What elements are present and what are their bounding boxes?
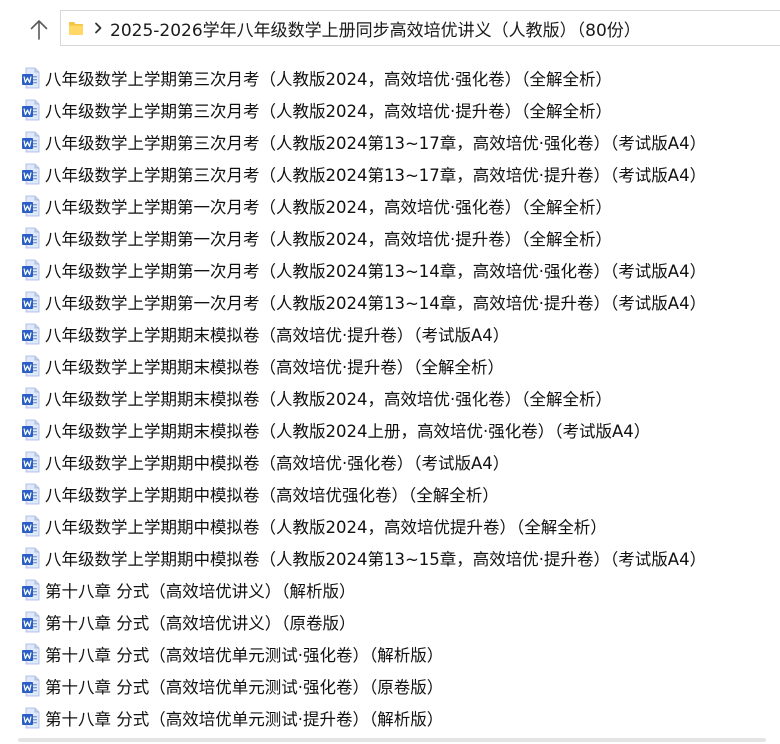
word-document-icon	[21, 547, 40, 569]
file-name: 八年级数学上学期第三次月考（人教版2024，高效培优·强化卷）（全解全析）	[45, 70, 612, 89]
file-name: 八年级数学上学期第一次月考（人教版2024第13~14章，高效培优·提升卷）（考…	[45, 294, 707, 313]
word-document-icon	[21, 259, 40, 281]
file-item[interactable]: 第十八章 分式（高效培优单元测试·强化卷）（原卷版）	[0, 670, 780, 702]
file-name: 第十八章 分式（高效培优单元测试·提升卷）（解析版）	[45, 710, 444, 729]
file-item[interactable]: 八年级数学上学期第三次月考（人教版2024第13~17章，高效培优·提升卷）（考…	[0, 158, 780, 190]
word-document-icon	[21, 291, 40, 313]
address-bar[interactable]: 2025-2026学年八年级数学上册同步高效培优讲义（人教版）（80份）	[60, 10, 780, 46]
file-name: 八年级数学上学期第一次月考（人教版2024，高效培优·强化卷）（全解全析）	[45, 198, 612, 217]
file-name: 第十八章 分式（高效培优单元测试·强化卷）（解析版）	[45, 646, 444, 665]
file-name: 八年级数学上学期期末模拟卷（人教版2024上册，高效培优·强化卷）（考试版A4）	[45, 422, 651, 441]
file-item[interactable]: 八年级数学上学期期中模拟卷（人教版2024，高效培优提升卷）（全解全析）	[0, 510, 780, 542]
file-item[interactable]: 八年级数学上学期期末模拟卷（高效培优·提升卷）（考试版A4）	[0, 318, 780, 350]
file-name: 八年级数学上学期期中模拟卷（人教版2024第13~15章，高效培优·提升卷）（考…	[45, 550, 707, 569]
navigation-bar: 2025-2026学年八年级数学上册同步高效培优讲义（人教版）（80份）	[0, 0, 780, 54]
file-name: 八年级数学上学期第一次月考（人教版2024第13~14章，高效培优·强化卷）（考…	[45, 262, 707, 281]
file-item[interactable]: 八年级数学上学期第三次月考（人教版2024，高效培优·提升卷）（全解全析）	[0, 94, 780, 126]
up-button[interactable]	[22, 12, 56, 46]
word-document-icon	[21, 675, 40, 697]
file-item[interactable]: 八年级数学上学期第一次月考（人教版2024第13~14章，高效培优·提升卷）（考…	[0, 286, 780, 318]
file-item[interactable]: 八年级数学上学期期末模拟卷（人教版2024上册，高效培优·强化卷）（考试版A4）	[0, 414, 780, 446]
file-list: 八年级数学上学期第三次月考（人教版2024，高效培优·强化卷）（全解全析） 八年…	[0, 62, 780, 734]
file-name: 八年级数学上学期期末模拟卷（高效培优·提升卷）（考试版A4）	[45, 326, 510, 345]
word-document-icon	[21, 131, 40, 153]
word-document-icon	[21, 163, 40, 185]
file-name: 八年级数学上学期期中模拟卷（高效培优·强化卷）（考试版A4）	[45, 454, 510, 473]
word-document-icon	[21, 323, 40, 345]
file-name: 第十八章 分式（高效培优单元测试·强化卷）（原卷版）	[45, 678, 444, 697]
word-document-icon	[21, 99, 40, 121]
word-document-icon	[21, 643, 40, 665]
word-document-icon	[21, 483, 40, 505]
word-document-icon	[21, 195, 40, 217]
file-item[interactable]: 八年级数学上学期期末模拟卷（人教版2024，高效培优·强化卷）（全解全析）	[0, 382, 780, 414]
word-document-icon	[21, 451, 40, 473]
file-name: 八年级数学上学期第三次月考（人教版2024，高效培优·提升卷）（全解全析）	[45, 102, 612, 121]
word-document-icon	[21, 227, 40, 249]
file-item[interactable]: 第十八章 分式（高效培优单元测试·提升卷）（解析版）	[0, 702, 780, 734]
file-name: 八年级数学上学期第三次月考（人教版2024第13~17章，高效培优·强化卷）（考…	[45, 134, 707, 153]
file-item[interactable]: 八年级数学上学期第三次月考（人教版2024，高效培优·强化卷）（全解全析）	[0, 62, 780, 94]
file-item[interactable]: 第十八章 分式（高效培优讲义）（原卷版）	[0, 606, 780, 638]
file-item[interactable]: 八年级数学上学期期中模拟卷（高效培优·强化卷）（考试版A4）	[0, 446, 780, 478]
address-path[interactable]: 2025-2026学年八年级数学上册同步高效培优讲义（人教版）（80份）	[110, 16, 641, 41]
file-item[interactable]: 八年级数学上学期第一次月考（人教版2024，高效培优·提升卷）（全解全析）	[0, 222, 780, 254]
word-document-icon	[21, 611, 40, 633]
chevron-right-icon[interactable]	[94, 22, 102, 34]
file-name: 八年级数学上学期期末模拟卷（高效培优·提升卷）（全解全析）	[45, 358, 504, 377]
word-document-icon	[21, 419, 40, 441]
file-item[interactable]: 八年级数学上学期期末模拟卷（高效培优·提升卷）（全解全析）	[0, 350, 780, 382]
file-item[interactable]: 八年级数学上学期期中模拟卷（人教版2024第13~15章，高效培优·提升卷）（考…	[0, 542, 780, 574]
horizontal-scrollbar[interactable]	[18, 738, 766, 742]
word-document-icon	[21, 579, 40, 601]
file-item[interactable]: 第十八章 分式（高效培优讲义）（解析版）	[0, 574, 780, 606]
word-document-icon	[21, 515, 40, 537]
file-name: 八年级数学上学期期中模拟卷（人教版2024，高效培优提升卷）（全解全析）	[45, 518, 607, 537]
file-item[interactable]: 八年级数学上学期第一次月考（人教版2024第13~14章，高效培优·强化卷）（考…	[0, 254, 780, 286]
file-name: 第十八章 分式（高效培优讲义）（原卷版）	[45, 614, 356, 633]
word-document-icon	[21, 387, 40, 409]
file-name: 八年级数学上学期第三次月考（人教版2024第13~17章，高效培优·提升卷）（考…	[45, 166, 707, 185]
file-item[interactable]: 第十八章 分式（高效培优单元测试·强化卷）（解析版）	[0, 638, 780, 670]
file-item[interactable]: 八年级数学上学期第三次月考（人教版2024第13~17章，高效培优·强化卷）（考…	[0, 126, 780, 158]
file-name: 第十八章 分式（高效培优讲义）（解析版）	[45, 582, 356, 601]
file-item[interactable]: 八年级数学上学期期中模拟卷（高效培优强化卷）（全解全析）	[0, 478, 780, 510]
file-item[interactable]: 八年级数学上学期第一次月考（人教版2024，高效培优·强化卷）（全解全析）	[0, 190, 780, 222]
file-name: 八年级数学上学期期中模拟卷（高效培优强化卷）（全解全析）	[45, 486, 499, 505]
file-name: 八年级数学上学期期末模拟卷（人教版2024，高效培优·强化卷）（全解全析）	[45, 390, 612, 409]
word-document-icon	[21, 67, 40, 89]
arrow-up-icon	[30, 20, 48, 40]
folder-icon	[68, 19, 84, 37]
word-document-icon	[21, 355, 40, 377]
file-name: 八年级数学上学期第一次月考（人教版2024，高效培优·提升卷）（全解全析）	[45, 230, 612, 249]
word-document-icon	[21, 707, 40, 729]
